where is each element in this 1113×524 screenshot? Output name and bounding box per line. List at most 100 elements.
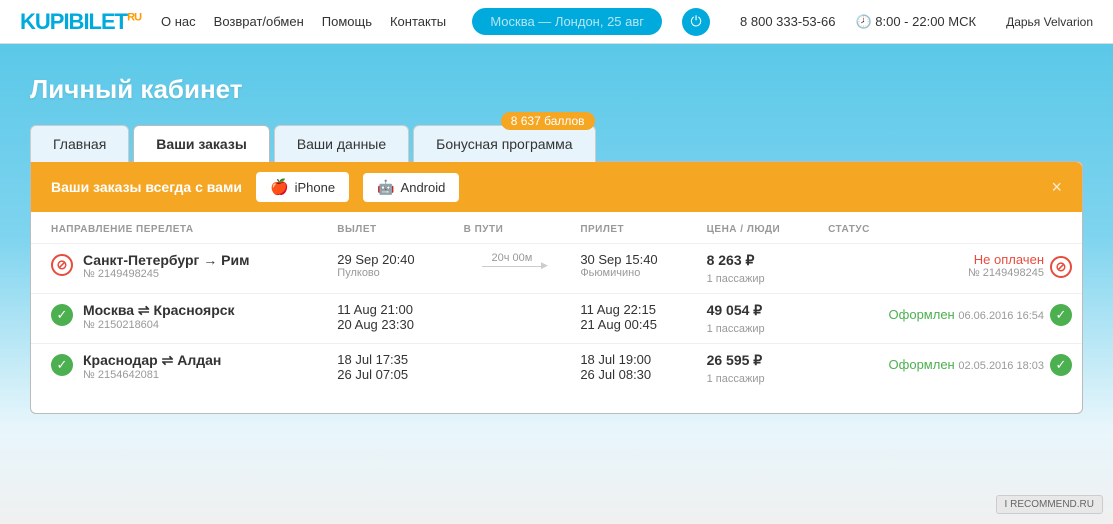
tab-home[interactable]: Главная — [30, 125, 129, 162]
arrive-time2: 26 Jul 08:30 — [580, 367, 686, 382]
app-banner-text: Ваши заказы всегда с вами — [51, 179, 242, 195]
passengers: 1 пассажир — [707, 323, 765, 335]
android-icon: 🤖 — [377, 179, 394, 196]
search-button[interactable]: Москва — Лондон, 25 авг — [472, 8, 662, 35]
header: KUPIBILETRU О нас Возврат/обмен Помощь К… — [0, 0, 1113, 44]
status-icon-green: ✓ — [51, 354, 73, 376]
tab-orders[interactable]: Ваши заказы — [133, 125, 270, 162]
passengers: 1 пассажир — [707, 373, 765, 385]
route-title: Санкт-Петербург → Рим — [83, 252, 249, 268]
inroute-cell: 20ч 00м — [454, 244, 571, 294]
col-header-status: Статус — [818, 212, 1082, 244]
phone-number: 8 800 333-53-66 — [740, 14, 835, 29]
status-order-num: № 2149498245 — [968, 267, 1044, 279]
status-date: 02.05.2016 18:03 — [958, 360, 1044, 372]
route-num: № 2149498245 — [83, 268, 249, 280]
status-cell: Оформлен 06.06.2016 16:54 ✓ — [818, 294, 1082, 344]
status-icon-red: ⊘ — [51, 254, 73, 276]
depart-airport: Пулково — [337, 267, 443, 279]
status-text: Не оплачен — [974, 252, 1044, 267]
status-icon-red-right: ⊘ — [1050, 256, 1072, 278]
status-icon-green-right: ✓ — [1050, 354, 1072, 376]
in-route-time: 20ч 00м — [492, 252, 533, 264]
nav-refund[interactable]: Возврат/обмен — [214, 14, 304, 29]
bonus-badge: 8 637 баллов — [501, 112, 595, 130]
nav-contacts[interactable]: Контакты — [390, 14, 446, 29]
inroute-cell — [454, 294, 571, 344]
arrive-time: 11 Aug 22:15 — [580, 302, 686, 317]
depart-time: 11 Aug 21:00 — [337, 302, 443, 317]
arrive-time: 30 Sep 15:40 — [580, 252, 686, 267]
table-row: ✓ Москва ⇌ Красноярск № 2150218604 11 Au… — [31, 294, 1082, 344]
depart-time: 29 Sep 20:40 — [337, 252, 443, 267]
route-num: № 2154642081 — [83, 369, 221, 381]
tab-data[interactable]: Ваши данные — [274, 125, 409, 162]
depart-cell: 11 Aug 21:00 20 Aug 23:30 — [327, 294, 453, 344]
arrive-airport: Фьюмичино — [580, 267, 686, 279]
banner-close-button[interactable]: × — [1051, 177, 1062, 198]
nav-about[interactable]: О нас — [161, 14, 196, 29]
power-button[interactable]: ⏻ — [682, 8, 710, 36]
table-row: ⊘ Санкт-Петербург → Рим № 2149498245 29 … — [31, 244, 1082, 294]
status-text: Оформлен — [889, 307, 955, 322]
iphone-label: iPhone — [295, 180, 335, 195]
depart-time2: 26 Jul 07:05 — [337, 367, 443, 382]
user-name: Дарья Velvarion — [1006, 15, 1093, 29]
logo[interactable]: KUPIBILETRU — [20, 9, 141, 35]
inroute-cell — [454, 344, 571, 394]
price-value: 49 054 ₽ — [707, 302, 763, 318]
table-header-row: Направление перелета Вылет В пути Прилет… — [31, 212, 1082, 244]
passengers: 1 пассажир — [707, 273, 765, 285]
price-value: 8 263 ₽ — [707, 252, 755, 268]
route-info: Москва ⇌ Красноярск № 2150218604 — [83, 302, 235, 331]
status-text: Оформлен — [889, 357, 955, 372]
col-header-route: Направление перелета — [31, 212, 327, 244]
search-input-label: Москва — Лондон, 25 авг — [490, 14, 644, 29]
route-cell: ✓ Краснодар ⇌ Алдан № 2154642081 — [31, 344, 327, 394]
depart-time: 18 Jul 17:35 — [337, 352, 443, 367]
arrive-time2: 21 Aug 00:45 — [580, 317, 686, 332]
depart-time2: 20 Aug 23:30 — [337, 317, 443, 332]
tabs-container: Главная Ваши заказы Ваши данные Бонусная… — [30, 125, 1083, 162]
android-label: Android — [401, 180, 446, 195]
orders-table: Направление перелета Вылет В пути Прилет… — [31, 212, 1082, 393]
route-info: Санкт-Петербург → Рим № 2149498245 — [83, 252, 249, 280]
arrive-cell: 30 Sep 15:40 Фьюмичино — [570, 244, 696, 294]
recommend-badge: I RECOMMEND.RU — [996, 495, 1103, 514]
route-cell: ⊘ Санкт-Петербург → Рим № 2149498245 — [31, 244, 327, 294]
content-panel: Ваши заказы всегда с вами 🍎 iPhone 🤖 And… — [30, 161, 1083, 414]
nav-links: О нас Возврат/обмен Помощь Контакты — [161, 14, 452, 29]
iphone-button[interactable]: 🍎 iPhone — [256, 172, 349, 202]
arrive-cell: 11 Aug 22:15 21 Aug 00:45 — [570, 294, 696, 344]
col-header-arrive: Прилет — [570, 212, 696, 244]
route-title: Краснодар ⇌ Алдан — [83, 352, 221, 369]
status-cell: Не оплачен № 2149498245 ⊘ — [818, 244, 1082, 294]
table-row: ✓ Краснодар ⇌ Алдан № 2154642081 18 Jul … — [31, 344, 1082, 394]
status-cell: Оформлен 02.05.2016 18:03 ✓ — [818, 344, 1082, 394]
working-hours: 🕗 8:00 - 22:00 МСК — [855, 14, 976, 30]
price-cell: 26 595 ₽ 1 пассажир — [697, 344, 818, 394]
price-cell: 49 054 ₽ 1 пассажир — [697, 294, 818, 344]
main-content: Личный кабинет Главная Ваши заказы Ваши … — [0, 44, 1113, 524]
tab-bonus[interactable]: Бонусная программа 8 637 баллов — [413, 125, 595, 162]
route-line — [482, 266, 542, 267]
route-title: Москва ⇌ Красноярск — [83, 302, 235, 319]
status-icon-green-right: ✓ — [1050, 304, 1072, 326]
route-num: № 2150218604 — [83, 319, 235, 331]
route-info: Краснодар ⇌ Алдан № 2154642081 — [83, 352, 221, 381]
arrive-cell: 18 Jul 19:00 26 Jul 08:30 — [570, 344, 696, 394]
col-header-inroute: В пути — [454, 212, 571, 244]
price-cell: 8 263 ₽ 1 пассажир — [697, 244, 818, 294]
status-date: 06.06.2016 16:54 — [958, 310, 1044, 322]
price-value: 26 595 ₽ — [707, 352, 763, 368]
depart-cell: 29 Sep 20:40 Пулково — [327, 244, 453, 294]
nav-help[interactable]: Помощь — [322, 14, 372, 29]
status-icon-green: ✓ — [51, 304, 73, 326]
col-header-depart: Вылет — [327, 212, 453, 244]
route-cell: ✓ Москва ⇌ Красноярск № 2150218604 — [31, 294, 327, 344]
col-header-price: Цена / Люди — [697, 212, 818, 244]
android-button[interactable]: 🤖 Android — [363, 173, 459, 202]
arrive-time: 18 Jul 19:00 — [580, 352, 686, 367]
app-banner: Ваши заказы всегда с вами 🍎 iPhone 🤖 And… — [31, 162, 1082, 212]
depart-cell: 18 Jul 17:35 26 Jul 07:05 — [327, 344, 453, 394]
